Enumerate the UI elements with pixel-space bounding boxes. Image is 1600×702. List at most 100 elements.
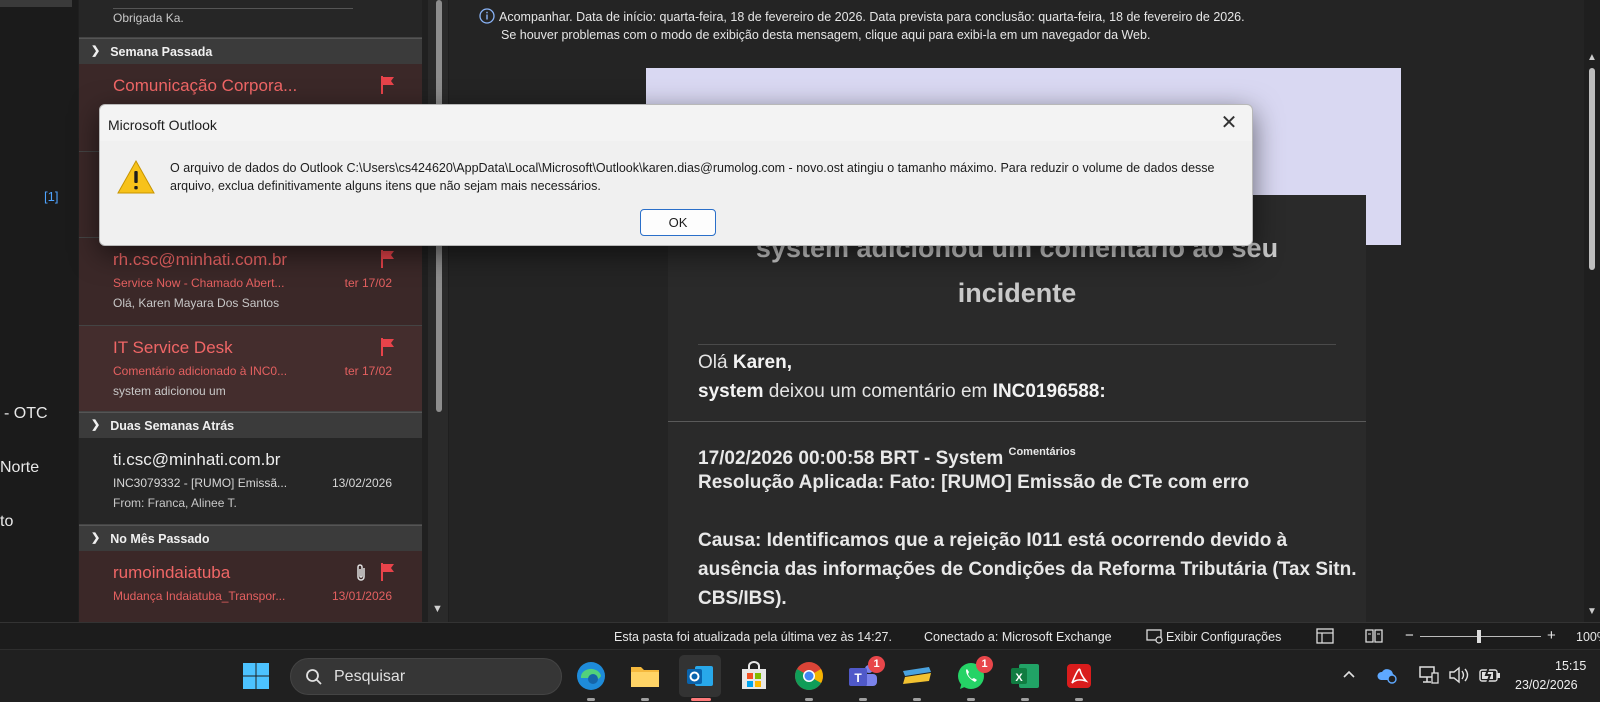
chevron-down-icon[interactable]: ❯ [91,44,100,57]
info-icon [479,8,495,24]
group-header-last-week[interactable]: ❯ Semana Passada [79,38,422,64]
divider [668,421,1366,422]
network-icon[interactable] [1418,664,1440,686]
mail-preview: system adicionou um [113,384,226,398]
teams-taskbar-button[interactable]: T 1 [845,656,885,694]
battery-icon[interactable] [1478,665,1502,685]
acrobat-icon[interactable] [1061,658,1097,694]
active-indicator [691,698,711,701]
close-icon[interactable]: ✕ [1216,113,1242,135]
scroll-down-arrow-icon[interactable]: ▼ [432,603,443,615]
status-bar: Esta pasta foi atualizada pela última ve… [0,622,1600,649]
taskbar-search[interactable]: Pesquisar [290,658,562,695]
volume-icon[interactable] [1448,665,1470,685]
chrome-icon[interactable] [791,658,827,694]
folder-item-partial[interactable]: to [0,513,13,531]
chevron-down-icon[interactable]: ❯ [91,531,100,544]
mail-subject: Service Now - Chamado Abert... [113,276,285,290]
teams-notification-badge: 1 [868,656,885,673]
dialog-title: Microsoft Outlook [108,117,217,133]
outlook-taskbar-button[interactable] [679,655,721,697]
cause-line-2: ausência das informações de Condições da… [698,559,1357,580]
greeting: Olá Karen, [698,352,792,373]
group-label: No Mês Passado [110,531,210,546]
running-indicator [1075,698,1083,701]
group-header-two-weeks-ago[interactable]: ❯ Duas Semanas Atrás [79,412,422,438]
warning-icon [117,159,155,194]
zoom-level[interactable]: 100% [1576,630,1600,644]
comment-intro: system deixou um comentário em INC019658… [698,381,1106,402]
list-item[interactable]: rumoindaiatuba Mudança Indaiatuba_Transp… [79,551,422,622]
mail-sender: ti.csc@minhati.com.br [113,450,281,469]
svg-text:X: X [1015,672,1023,684]
mail-subject: Mudança Indaiatuba_Transpor... [113,589,286,603]
windows-taskbar: Pesquisar T 1 1 X 15:15 23/02/2026 [0,649,1600,702]
folder-item-norte[interactable]: Norte [0,459,39,477]
ok-button[interactable]: OK [640,209,716,236]
reading-view-icon[interactable] [1365,628,1383,644]
display-settings-icon[interactable] [1146,628,1164,644]
view-in-browser-link[interactable]: Se houver problemas com o modo de exibiç… [479,26,1245,44]
mail-date: 13/02/2026 [331,476,392,490]
outlook-icon [687,666,713,686]
display-settings-button[interactable]: Exibir Configurações [1166,630,1281,644]
info-bar[interactable]: Acompanhar. Data de início: quarta-feira… [479,8,1245,44]
chevron-up-icon[interactable] [1341,667,1357,683]
zoom-slider-thumb[interactable] [1477,630,1482,643]
flag-icon[interactable] [380,338,396,356]
mail-subject: Comentário adicionado à INC0... [113,364,288,378]
scrollbar-thumb[interactable] [1589,68,1595,270]
outlook-window: [1] - OTC Norte to Obrigada Ka. ❯ Semana… [0,0,1600,702]
resolution-text: Resolução Aplicada: Fato: [RUMO] Emissão… [698,472,1250,493]
flag-icon[interactable] [380,250,396,268]
folder-item-otc[interactable]: - OTC [4,405,48,423]
edge-icon[interactable] [573,658,609,694]
group-label: Duas Semanas Atrás [110,418,235,433]
windows-start-icon[interactable] [238,658,274,694]
sticky-app-icon[interactable] [899,658,935,694]
follow-up-info: Acompanhar. Data de início: quarta-feira… [499,10,1245,24]
email-body-card: system adicionou um comentário ao seu in… [668,195,1388,625]
reading-pane-scrollbar[interactable]: ▲ ▼ [1584,0,1600,622]
list-item[interactable]: Obrigada Ka. [79,0,422,38]
flag-icon[interactable] [380,76,396,94]
whatsapp-taskbar-button[interactable]: 1 [953,656,993,694]
outlook-alert-dialog: Microsoft Outlook ✕ O arquivo de dados d… [99,104,1253,246]
group-label: Semana Passada [110,44,213,59]
cause-line-3: CBS/IBS). [698,588,787,609]
normal-view-icon[interactable] [1316,628,1334,644]
clock-date[interactable]: 23/02/2026 [1515,678,1578,692]
clock-time[interactable]: 15:15 [1555,659,1586,673]
search-label: Pesquisar [334,668,406,685]
list-item[interactable]: ti.csc@minhati.com.br INC3079332 - [RUMO… [79,438,422,525]
list-item[interactable]: IT Service Desk Comentário adicionado à … [79,326,422,412]
svg-text:T: T [854,671,862,685]
group-header-last-month[interactable]: ❯ No Mês Passado [79,525,422,551]
scroll-down-arrow-icon[interactable]: ▼ [1587,606,1597,617]
folder-unread-count[interactable]: [1] [44,189,58,204]
onedrive-icon[interactable] [1376,665,1398,685]
mail-date: ter 17/02 [344,364,392,378]
mail-preview: Obrigada Ka. [113,11,184,25]
message-list-scrollbar[interactable]: ▼ [428,0,448,622]
mail-date: 13/01/2026 [331,589,392,603]
excel-icon[interactable]: X [1007,658,1043,694]
search-icon [306,669,322,685]
microsoft-store-icon[interactable] [736,658,772,694]
running-indicator [587,698,595,701]
zoom-in-button[interactable]: + [1547,627,1556,644]
mail-sender: rumoindaiatuba [113,563,231,582]
scroll-up-arrow-icon[interactable]: ▲ [1587,52,1597,63]
folder-selected-item[interactable] [0,0,72,7]
running-indicator [967,698,975,701]
chevron-down-icon[interactable]: ❯ [91,418,100,431]
dialog-message: O arquivo de dados do Outlook C:\Users\c… [170,161,1215,193]
running-indicator [859,698,867,701]
message-list: Obrigada Ka. ❯ Semana Passada Comunicaçã… [79,0,422,622]
zoom-out-button[interactable]: − [1405,627,1414,644]
flag-icon[interactable] [380,563,396,581]
running-indicator [641,698,649,701]
list-item[interactable]: rh.csc@minhati.com.br Service Now - Cham… [79,238,422,326]
dialog-body: O arquivo de dados do Outlook C:\Users\c… [100,141,1252,245]
file-explorer-icon[interactable] [627,658,663,694]
